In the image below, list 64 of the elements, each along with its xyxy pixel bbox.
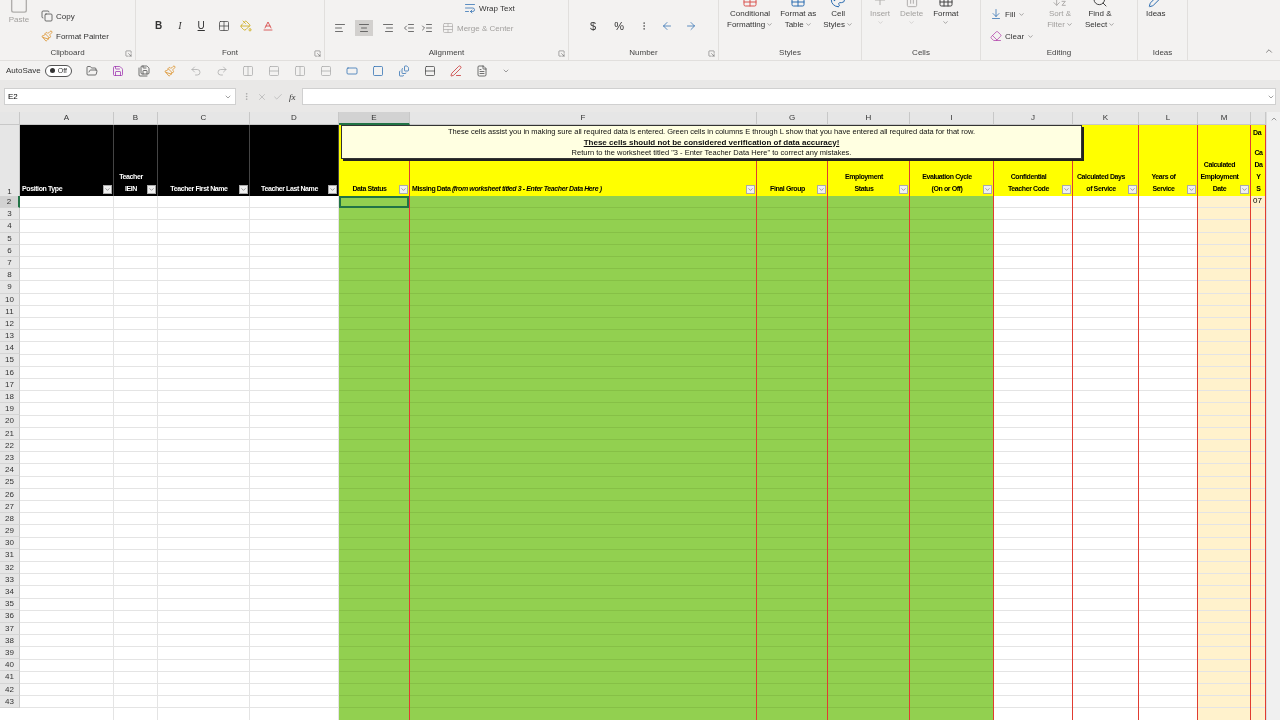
column-letter[interactable]: G [757, 112, 828, 125]
row-number[interactable]: 18 [0, 391, 20, 404]
underline-button[interactable]: U [194, 18, 208, 33]
row-number[interactable]: 1 [0, 125, 20, 196]
row-number[interactable]: 3 [0, 208, 20, 221]
row-number[interactable]: 34 [0, 586, 20, 599]
name-box[interactable]: E2 [4, 88, 236, 105]
row-number[interactable]: 9 [0, 281, 20, 294]
ideas-button[interactable]: Ideas [1144, 0, 1168, 19]
column-letter[interactable]: A [20, 112, 114, 125]
column-letter[interactable]: E [339, 112, 410, 125]
bold-button[interactable]: B [152, 18, 166, 33]
note-warning: These cells should not be considered verification of data accuracy! [583, 137, 840, 148]
column-letter[interactable]: H [828, 112, 910, 125]
column-letter[interactable]: F [410, 112, 757, 125]
row-number[interactable]: 2 [0, 196, 20, 209]
group-label: Clipboard [50, 48, 85, 58]
row-number[interactable]: 40 [0, 659, 20, 672]
group-label: Cells [912, 48, 930, 58]
wrap-text-button[interactable]: Wrap Text [461, 0, 518, 16]
clear-button[interactable]: Clear [987, 28, 1038, 44]
row-number[interactable]: 29 [0, 525, 20, 538]
row-number[interactable]: 30 [0, 537, 20, 550]
percent-button[interactable]: % [611, 18, 627, 34]
row-number[interactable]: 8 [0, 269, 20, 282]
row-number[interactable]: 31 [0, 549, 20, 562]
column-letter[interactable]: D [250, 112, 339, 125]
row-number[interactable]: 25 [0, 476, 20, 489]
editing-button[interactable]: Find & Select [1082, 0, 1118, 30]
row-number[interactable]: 4 [0, 220, 20, 233]
style-button[interactable]: Cell Styles [821, 0, 856, 30]
currency-button[interactable]: $ [587, 18, 600, 34]
function-label[interactable]: fx [289, 91, 296, 102]
autosave-label: AutoSave [6, 66, 41, 75]
row-number[interactable]: 20 [0, 415, 20, 428]
fill-button[interactable]: Fill [987, 6, 1029, 22]
style-button[interactable]: Format as Table [778, 0, 819, 30]
group-label: Ideas [1152, 48, 1173, 58]
column-letter[interactable]: C [158, 112, 250, 125]
column-letter[interactable]: I [910, 112, 994, 125]
cell-value: 07 [1253, 196, 1262, 205]
column-letter[interactable]: M [1198, 112, 1251, 125]
row-number[interactable]: 36 [0, 610, 20, 623]
row-number[interactable]: 24 [0, 464, 20, 477]
style-button[interactable]: Conditional Formatting [725, 0, 776, 30]
group-label: Alignment [428, 48, 465, 58]
row-number[interactable]: 15 [0, 354, 20, 367]
column-letter[interactable]: K [1073, 112, 1139, 125]
group-label: Editing [1046, 48, 1072, 58]
row-number[interactable]: 19 [0, 403, 20, 416]
column-letter[interactable]: B [114, 112, 158, 125]
italic-button[interactable]: I [175, 18, 185, 33]
column-letter[interactable]: L [1139, 112, 1198, 125]
column-letter[interactable]: J [994, 112, 1073, 125]
group-label: Font [222, 48, 238, 58]
group-label: Number [629, 48, 658, 58]
row-number[interactable]: 41 [0, 671, 20, 684]
format-painter-button[interactable]: Format Painter [38, 28, 112, 44]
row-number[interactable]: 14 [0, 342, 20, 355]
group-label: Styles [779, 48, 801, 58]
row-number[interactable]: 35 [0, 598, 20, 611]
cells-button[interactable]: Format [931, 0, 961, 26]
copy-button[interactable]: Copy [38, 8, 78, 24]
row-number[interactable]: 13 [0, 330, 20, 343]
